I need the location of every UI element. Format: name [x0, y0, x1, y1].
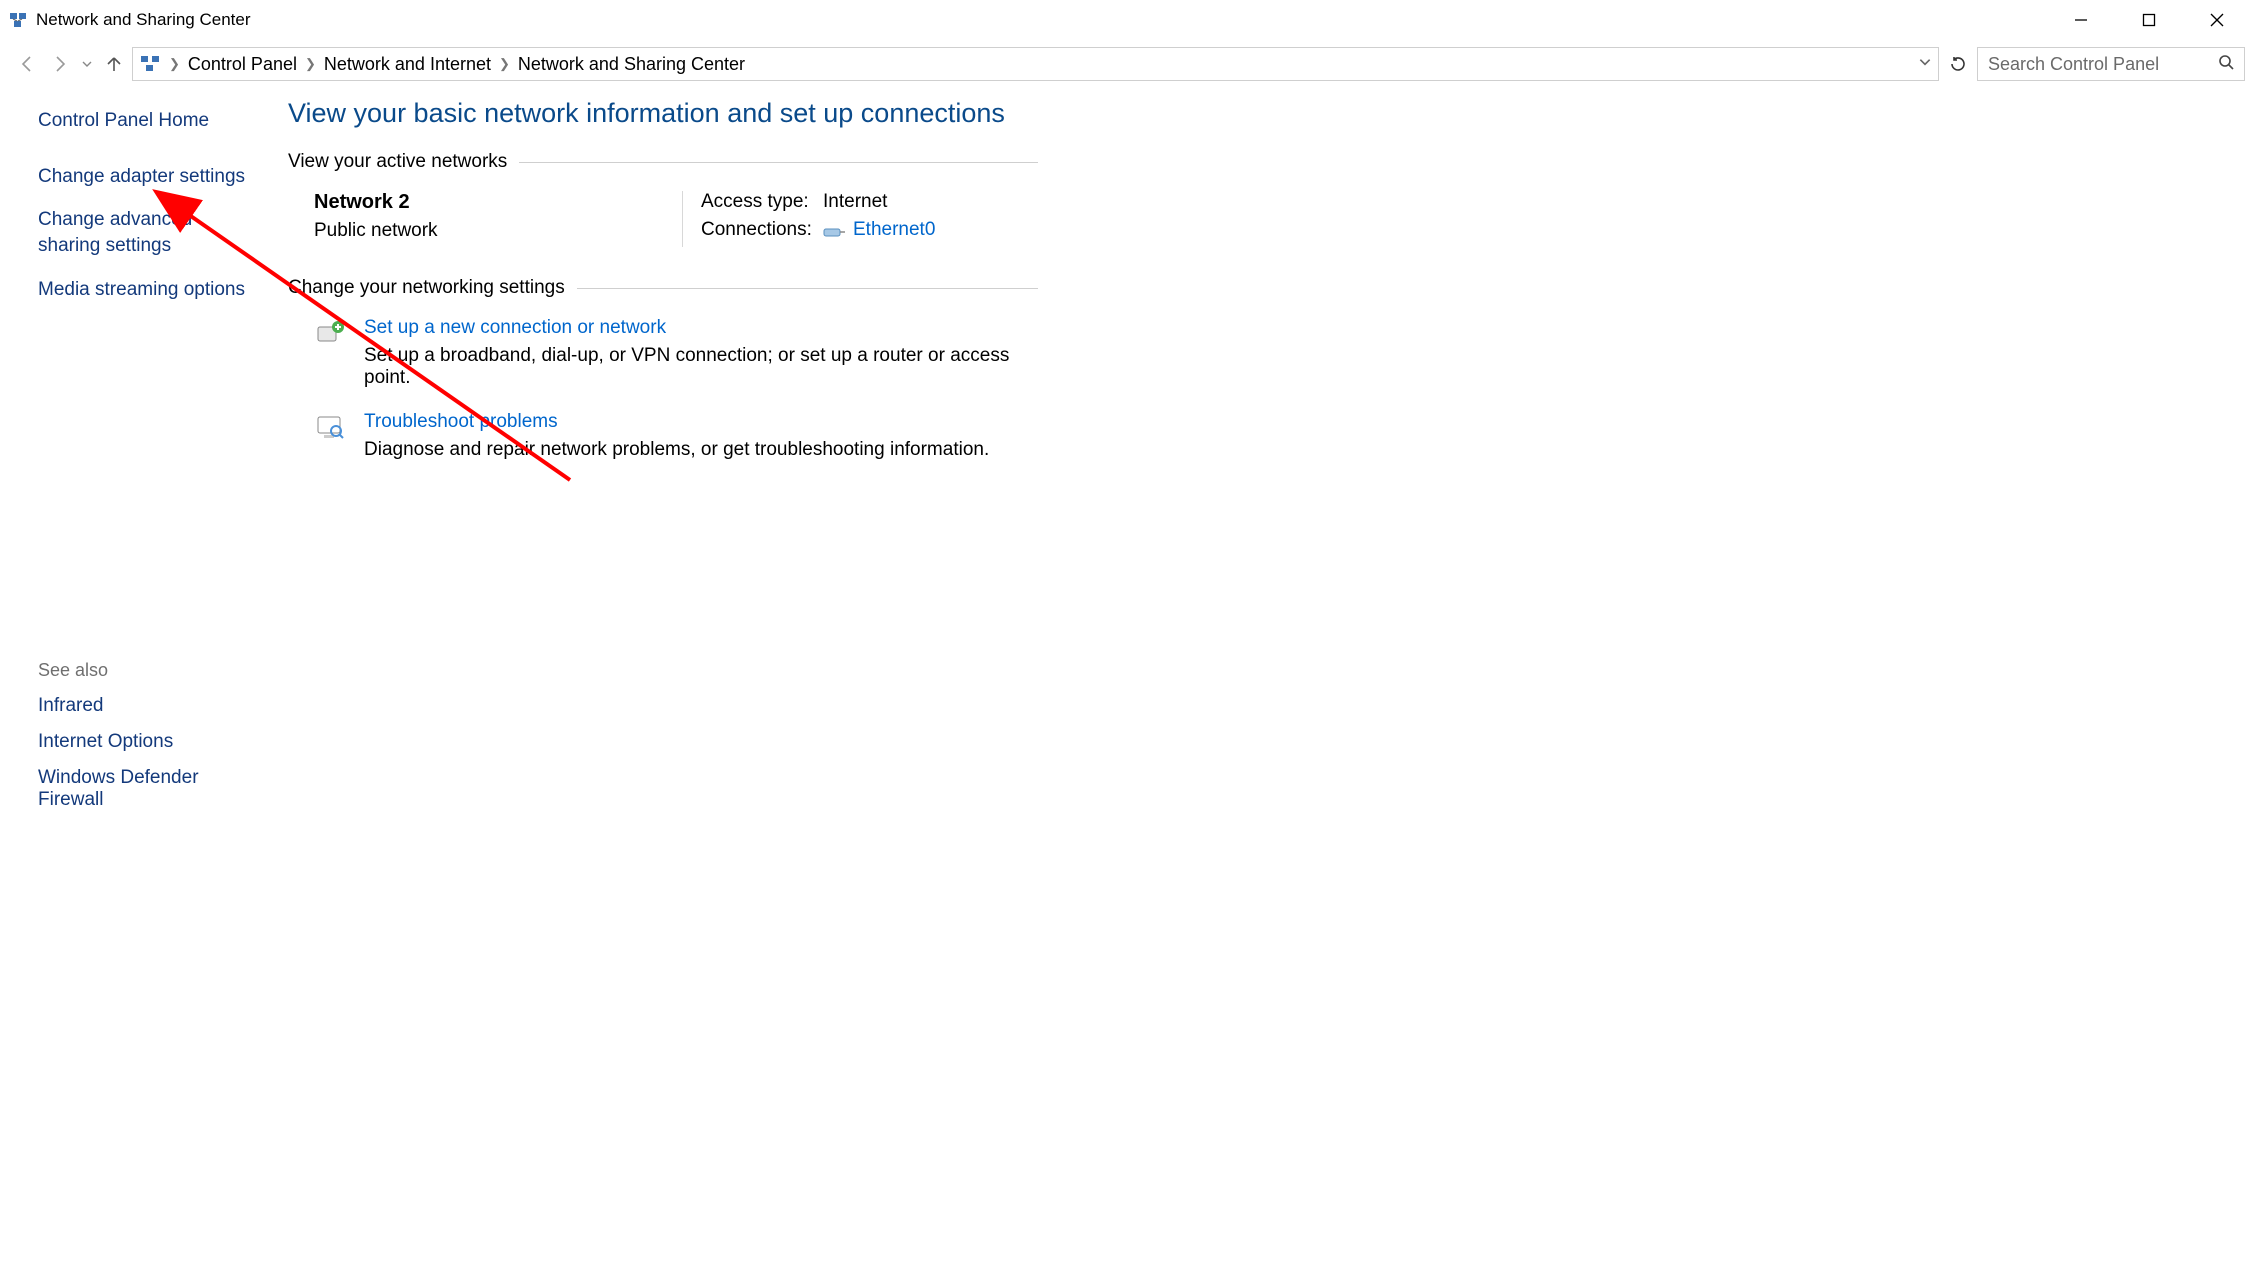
see-also-section: See also Infrared Internet Options Windo… — [38, 660, 258, 1245]
close-button[interactable] — [2183, 0, 2251, 40]
control-panel-icon — [139, 53, 161, 75]
section-change-settings: Change your networking settings — [288, 277, 1038, 299]
section-active-networks: View your active networks — [288, 151, 1038, 173]
maximize-button[interactable] — [2115, 0, 2183, 40]
minimize-button[interactable] — [2047, 0, 2115, 40]
section-label: View your active networks — [288, 151, 507, 173]
address-dropdown-icon[interactable] — [1918, 53, 1932, 75]
ethernet-icon — [823, 223, 845, 237]
connection-link[interactable]: Ethernet0 — [853, 219, 935, 241]
refresh-button[interactable] — [1943, 47, 1973, 81]
up-button[interactable] — [100, 50, 128, 78]
setting-link[interactable]: Troubleshoot problems — [364, 411, 989, 433]
sidebar-link-advanced-sharing[interactable]: Change advanced sharing settings — [38, 207, 258, 258]
see-also-internet-options[interactable]: Internet Options — [38, 731, 258, 753]
setting-troubleshoot: Troubleshoot problems Diagnose and repai… — [288, 411, 1038, 461]
divider — [519, 162, 1038, 163]
titlebar: Network and Sharing Center — [0, 0, 2251, 40]
network-name: Network 2 — [314, 191, 642, 214]
breadcrumb-item[interactable]: Control Panel — [188, 54, 297, 75]
breadcrumb-item[interactable]: Network and Sharing Center — [518, 54, 745, 75]
setting-new-connection: Set up a new connection or network Set u… — [288, 317, 1038, 389]
setting-desc: Set up a broadband, dial-up, or VPN conn… — [364, 345, 1038, 389]
access-type-label: Access type: — [701, 191, 819, 213]
sidebar-link-media-streaming[interactable]: Media streaming options — [38, 277, 258, 303]
chevron-right-icon: ❯ — [499, 56, 510, 72]
active-network-panel: Network 2 Public network Access type: In… — [288, 191, 1038, 247]
app-icon — [8, 10, 28, 30]
window-title: Network and Sharing Center — [36, 10, 251, 30]
network-type: Public network — [314, 220, 642, 242]
see-also-label: See also — [38, 660, 258, 681]
sidebar-link-adapter[interactable]: Change adapter settings — [38, 164, 258, 190]
troubleshoot-icon — [314, 411, 346, 443]
address-bar[interactable]: ❯ Control Panel ❯ Network and Internet ❯… — [132, 47, 1939, 81]
back-button[interactable] — [14, 50, 42, 78]
breadcrumb-item[interactable]: Network and Internet — [324, 54, 491, 75]
search-icon — [2218, 54, 2234, 75]
navbar: ❯ Control Panel ❯ Network and Internet ❯… — [0, 40, 2251, 88]
see-also-infrared[interactable]: Infrared — [38, 695, 258, 717]
page-title: View your basic network information and … — [288, 98, 2231, 129]
section-label: Change your networking settings — [288, 277, 565, 299]
sidebar: Control Panel Home Change adapter settin… — [0, 88, 278, 1265]
search-placeholder: Search Control Panel — [1988, 54, 2159, 75]
see-also-firewall[interactable]: Windows Defender Firewall — [38, 767, 258, 811]
divider — [577, 288, 1038, 289]
chevron-right-icon: ❯ — [305, 56, 316, 72]
new-connection-icon — [314, 317, 346, 349]
sidebar-home[interactable]: Control Panel Home — [38, 108, 258, 134]
setting-desc: Diagnose and repair network problems, or… — [364, 439, 989, 461]
main-content: View your basic network information and … — [278, 88, 2251, 1265]
chevron-right-icon: ❯ — [169, 56, 180, 72]
setting-link[interactable]: Set up a new connection or network — [364, 317, 1038, 339]
forward-button[interactable] — [46, 50, 74, 78]
access-type-value: Internet — [823, 191, 887, 213]
connections-label: Connections: — [701, 219, 819, 241]
search-input[interactable]: Search Control Panel — [1977, 47, 2245, 81]
window-controls — [2047, 0, 2251, 40]
recent-dropdown[interactable] — [78, 50, 96, 78]
